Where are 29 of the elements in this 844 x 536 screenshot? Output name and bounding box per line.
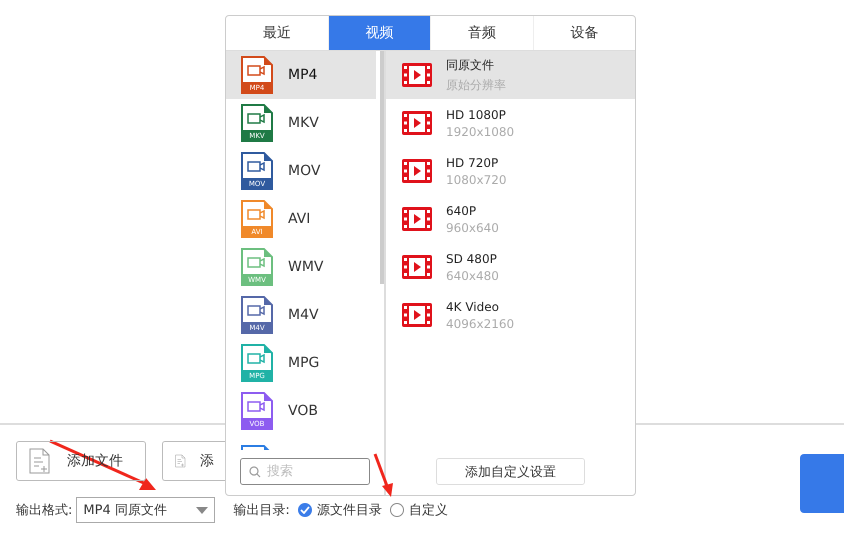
preset-item[interactable]: 640P 960x640 [386, 195, 635, 243]
film-play-icon [402, 255, 432, 279]
film-play-icon [402, 207, 432, 231]
caret-icon [196, 506, 208, 514]
radio-option[interactable]: 源文件目录 [298, 501, 382, 519]
scrollbar[interactable] [380, 51, 384, 284]
add-custom-button[interactable]: 添加自定义设置 [436, 458, 585, 485]
search-field[interactable]: 搜索 [240, 458, 370, 485]
tab[interactable]: 最近 [226, 16, 328, 50]
search-icon [249, 466, 261, 478]
document-add-icon [29, 448, 51, 474]
tab[interactable]: 设备 [532, 16, 635, 50]
preset-item[interactable]: 4K Video 4096x2160 [386, 291, 635, 339]
film-play-icon [402, 111, 432, 135]
film-play-icon [402, 159, 432, 183]
radio-option[interactable]: 自定义 [390, 501, 448, 519]
output-dir-label: 输出目录: [233, 502, 290, 519]
format-select[interactable]: MP4 同原文件 [76, 497, 216, 523]
preset-item[interactable]: HD 720P 1080x720 [386, 147, 635, 195]
tab[interactable]: 视频 [328, 16, 430, 50]
preset-item[interactable]: HD 1080P 1920x1080 [386, 99, 635, 147]
annotation-arrow [374, 453, 393, 497]
action-button[interactable] [800, 454, 844, 513]
output-format-label: 输出格式: [16, 502, 72, 519]
preset-item[interactable]: SD 480P 640x480 [386, 243, 635, 291]
preset-item[interactable]: 同原文件 原始分辨率 [386, 51, 635, 99]
tab[interactable]: 音频 [430, 16, 532, 50]
film-play-icon [402, 303, 432, 327]
film-play-icon [402, 63, 432, 87]
